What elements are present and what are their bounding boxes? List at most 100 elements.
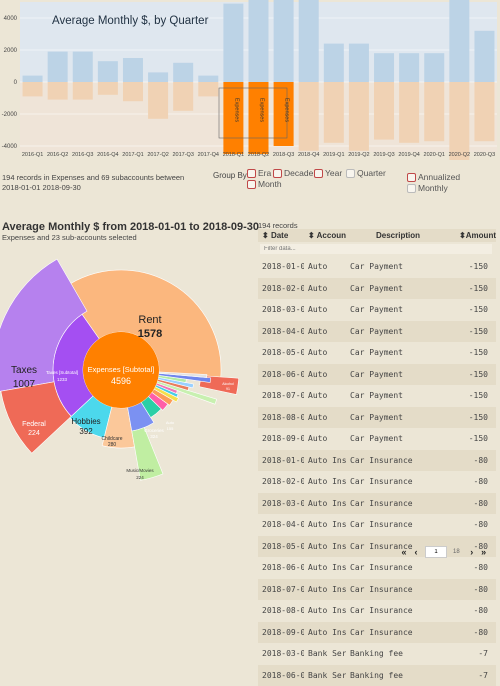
bar-income[interactable] <box>274 0 294 82</box>
bar-expense[interactable] <box>474 82 494 141</box>
table-row[interactable]: 2018-03-01Auto InsuranceCar Insurance-80 <box>258 493 496 515</box>
x-tick-label: 2016-Q4 <box>97 152 118 158</box>
bar-income[interactable] <box>48 52 68 82</box>
bar-income[interactable] <box>23 76 43 82</box>
y-tick-label: 4000 <box>4 16 18 22</box>
bar-expense[interactable] <box>249 82 269 154</box>
bar-income[interactable] <box>73 52 93 82</box>
group-by-era[interactable]: Era <box>247 168 271 178</box>
checkbox-icon[interactable] <box>273 169 282 178</box>
cell-description: Car Insurance <box>346 628 446 637</box>
col-description[interactable]: Description <box>346 231 446 240</box>
bar-expense[interactable] <box>349 82 369 151</box>
group-by-year[interactable]: Year <box>314 168 342 178</box>
cell-description: Car Insurance <box>346 499 446 508</box>
cell-account: Auto Insurance <box>304 585 346 594</box>
last-page-button[interactable]: » <box>478 547 490 557</box>
checkbox-icon[interactable] <box>247 180 256 189</box>
bar-income[interactable] <box>399 53 419 82</box>
annualized-toggle[interactable]: Annualized <box>407 172 460 182</box>
table-row[interactable]: 2018-03-01Bank ServiceBanking fee-7 <box>258 643 496 665</box>
bar-expense[interactable] <box>173 82 193 111</box>
cell-date: 2018-09-01 <box>258 628 304 637</box>
group-by-month[interactable]: Month <box>247 179 282 189</box>
table-row[interactable]: 2018-01-01Auto InsuranceCar Insurance-80 <box>258 450 496 472</box>
table-row[interactable]: 2018-06-01AutoCar Payment-150 <box>258 364 496 386</box>
bar-expense[interactable] <box>374 82 394 140</box>
bar-expense[interactable] <box>223 82 243 154</box>
group-by-decade[interactable]: Decade <box>273 168 313 178</box>
bar-income[interactable] <box>449 0 469 82</box>
table-row[interactable]: 2018-02-01Auto InsuranceCar Insurance-80 <box>258 471 496 493</box>
cell-account: Auto <box>304 370 346 379</box>
filter-input[interactable] <box>260 244 492 254</box>
table-row[interactable]: 2018-02-01AutoCar Payment-150 <box>258 278 496 300</box>
center-value: 4596 <box>111 376 131 386</box>
bar-expense[interactable] <box>123 82 143 101</box>
col-account[interactable]: ⬍ Account <box>304 231 346 240</box>
bar-expense[interactable] <box>98 82 118 95</box>
cell-description: Car Insurance <box>346 456 446 465</box>
bar-income[interactable] <box>148 72 168 82</box>
page-input[interactable] <box>425 546 447 558</box>
table-row[interactable]: 2018-01-01AutoCar Payment-150 <box>258 256 496 278</box>
group-by-quarter[interactable]: Quarter <box>346 168 386 178</box>
bar-income[interactable] <box>98 61 118 82</box>
table-row[interactable]: 2018-04-01AutoCar Payment-150 <box>258 321 496 343</box>
bar-income[interactable] <box>424 53 444 82</box>
bar-income[interactable] <box>349 44 369 82</box>
table-row[interactable]: 2018-08-01Auto InsuranceCar Insurance-80 <box>258 600 496 622</box>
bar-expense[interactable] <box>324 82 344 143</box>
sunburst-chart[interactable]: Expenses [Subtotal] 4596 Rent 1578 Taxes… <box>0 244 255 569</box>
cell-description: Car Insurance <box>346 563 446 572</box>
bar-expense[interactable] <box>299 82 319 151</box>
bar-income[interactable] <box>324 44 344 82</box>
first-page-button[interactable]: « <box>398 547 410 557</box>
sort-icon: ⬍ <box>459 231 466 240</box>
y-tick-label: 0 <box>14 80 18 86</box>
table-row[interactable]: 2018-09-01AutoCar Payment-150 <box>258 428 496 450</box>
bar-income[interactable] <box>249 0 269 82</box>
bar-income[interactable] <box>173 63 193 82</box>
table-row[interactable]: 2018-07-01AutoCar Payment-150 <box>258 385 496 407</box>
quarterly-bar-chart[interactable]: 6000400020000-2000-4000-6000 2016-Q12016… <box>0 0 500 160</box>
bar-expense[interactable] <box>274 82 294 146</box>
bar-income[interactable] <box>223 4 243 82</box>
bar-expense[interactable] <box>198 82 218 96</box>
bar-expense[interactable] <box>424 82 444 141</box>
bar-expense[interactable] <box>449 82 469 160</box>
bar-income[interactable] <box>474 31 494 82</box>
checkbox-icon[interactable] <box>346 169 355 178</box>
table-row[interactable]: 2018-04-01Auto InsuranceCar Insurance-80 <box>258 514 496 536</box>
bar-expense[interactable] <box>73 82 93 100</box>
bar-income[interactable] <box>123 58 143 82</box>
bar-income[interactable] <box>299 0 319 82</box>
cell-date: 2018-09-01 <box>258 434 304 443</box>
bar-income[interactable] <box>374 53 394 82</box>
x-tick-label: 2019-Q2 <box>348 152 369 158</box>
records-table: ⬍ Date ⬍ Account Description ⬍Amount 201… <box>258 229 496 686</box>
checkbox-icon[interactable] <box>407 173 416 182</box>
col-amount[interactable]: ⬍Amount <box>446 231 496 240</box>
table-row[interactable]: 2018-06-01Auto InsuranceCar Insurance-80 <box>258 557 496 579</box>
bar-expense[interactable] <box>23 82 43 96</box>
bar-expense[interactable] <box>48 82 68 100</box>
bar-income[interactable] <box>198 76 218 82</box>
table-row[interactable]: 2018-05-01AutoCar Payment-150 <box>258 342 496 364</box>
table-row[interactable]: 2018-08-01AutoCar Payment-150 <box>258 407 496 429</box>
table-row[interactable]: 2018-09-01Auto InsuranceCar Insurance-80 <box>258 622 496 644</box>
col-date[interactable]: ⬍ Date <box>258 231 304 240</box>
checkbox-icon[interactable] <box>247 169 256 178</box>
checkbox-icon[interactable] <box>314 169 323 178</box>
checkbox-icon[interactable] <box>407 184 416 193</box>
monthly-toggle[interactable]: Monthly <box>407 183 448 193</box>
next-page-button[interactable]: › <box>466 547 478 557</box>
prev-page-button[interactable]: ‹ <box>410 547 422 557</box>
bar-expense[interactable] <box>148 82 168 119</box>
bar-expense[interactable] <box>399 82 419 143</box>
table-row[interactable]: 2018-06-01Bank ServiceBanking fee-7 <box>258 665 496 686</box>
cell-amount: -80 <box>446 499 496 508</box>
table-row[interactable]: 2018-03-01AutoCar Payment-150 <box>258 299 496 321</box>
cell-amount: -150 <box>446 262 496 271</box>
table-row[interactable]: 2018-07-01Auto InsuranceCar Insurance-80 <box>258 579 496 601</box>
